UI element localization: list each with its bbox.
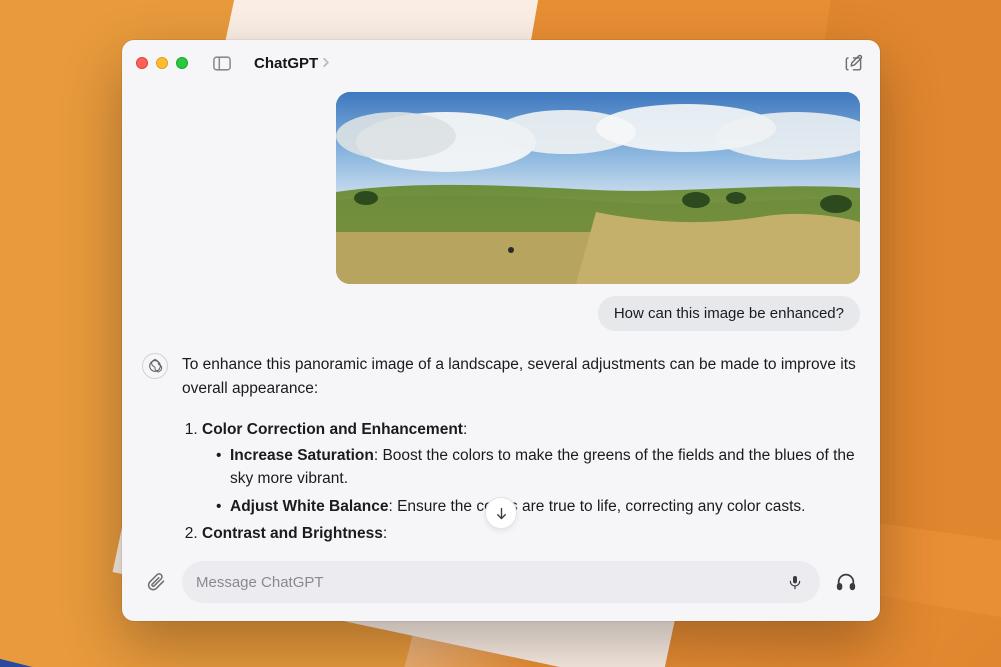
assistant-body: To enhance this panoramic image of a lan… [182,353,860,549]
list-item: Increase Contrast: To add depth to the i… [216,548,856,549]
app-title[interactable]: ChatGPT [254,55,330,72]
chatgpt-avatar-icon [142,353,168,379]
list-item: Adjust White Balance: Ensure the colors … [216,495,856,519]
user-attached-image[interactable] [336,92,860,284]
user-message: How can this image be enhanced? [142,92,860,331]
new-chat-button[interactable] [840,50,866,76]
input-row [122,549,880,621]
voice-mode-button[interactable] [832,568,860,596]
list-item: Increase Saturation: Boost the colors to… [216,444,856,491]
attach-button[interactable] [142,568,170,596]
scroll-to-bottom-button[interactable] [485,497,517,529]
close-button[interactable] [136,57,148,69]
user-prompt-text: How can this image be enhanced? [614,305,844,322]
microphone-button[interactable] [784,571,806,593]
window-titlebar: ChatGPT [122,40,880,86]
window-controls [136,57,188,69]
list-item: Contrast and Brightness: Increase Contra… [202,522,856,549]
maximize-button[interactable] [176,57,188,69]
message-input[interactable] [196,574,774,591]
minimize-button[interactable] [156,57,168,69]
title-text: ChatGPT [254,55,318,72]
chat-area: How can this image be enhanced? To enhan… [122,86,880,549]
chevron-right-icon [322,56,330,71]
message-input-container [182,561,820,603]
sidebar-toggle-button[interactable] [208,52,236,74]
chatgpt-app-window: ChatGPT [122,40,880,621]
user-prompt-bubble: How can this image be enhanced? [598,296,860,331]
list-item: Color Correction and Enhancement: Increa… [202,418,856,518]
assistant-intro: To enhance this panoramic image of a lan… [182,353,856,400]
